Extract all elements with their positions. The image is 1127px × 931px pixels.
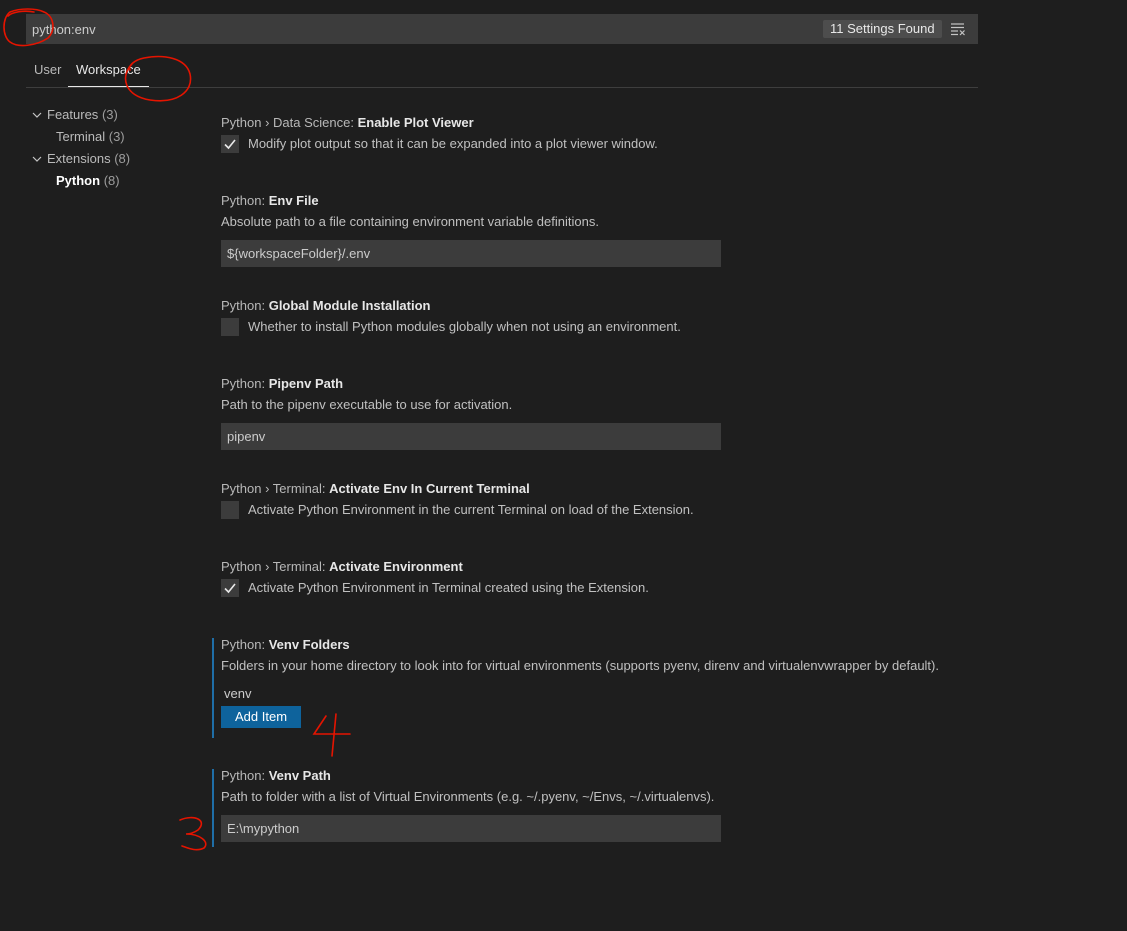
setting-category: Python › Data Science:	[221, 115, 358, 130]
setting-name: Activate Env In Current Terminal	[329, 481, 530, 496]
annotation-number-3	[179, 816, 207, 851]
settings-scope-tabs: User Workspace	[26, 56, 978, 88]
chevron-down-icon	[32, 156, 42, 162]
toc-count: (3)	[108, 129, 125, 144]
chevron-down-icon	[32, 112, 42, 118]
setting-title: Python: Venv Path	[221, 767, 981, 785]
setting-category: Python:	[221, 193, 269, 208]
setting-name: Env File	[268, 193, 319, 208]
setting-name: Enable Plot Viewer	[357, 115, 474, 130]
setting-pipenv-path: Python: Pipenv Path Path to the pipenv e…	[221, 375, 981, 450]
setting-description: Path to folder with a list of Virtual En…	[221, 789, 715, 804]
toc-item-features[interactable]: Features (3)	[26, 104, 196, 126]
global-module-installation-checkbox[interactable]	[221, 318, 239, 336]
setting-description: Activate Python Environment in Terminal …	[248, 580, 649, 595]
setting-env-file: Python: Env File Absolute path to a file…	[221, 192, 981, 267]
settings-search-bar: 11 Settings Found	[26, 14, 978, 44]
toc-item-python[interactable]: Python (8)	[26, 170, 196, 192]
toc-count: (8)	[114, 151, 131, 166]
toc-count: (3)	[101, 107, 118, 122]
setting-title: Python: Global Module Installation	[221, 297, 981, 315]
venv-path-input[interactable]	[221, 815, 721, 842]
setting-description: Absolute path to a file containing envir…	[221, 214, 599, 229]
check-icon	[224, 583, 236, 594]
setting-name: Venv Path	[268, 768, 331, 783]
toc-label: Extensions	[47, 151, 111, 166]
setting-category: Python › Terminal:	[221, 481, 330, 496]
enable-plot-viewer-checkbox[interactable]	[221, 135, 239, 153]
setting-title: Python › Terminal: Activate Env In Curre…	[221, 480, 981, 498]
toc-label: Features	[47, 107, 99, 122]
pipenv-path-input[interactable]	[221, 423, 721, 450]
setting-category: Python:	[221, 376, 269, 391]
setting-venv-path: Python: Venv Path Path to folder with a …	[221, 767, 981, 842]
setting-title: Python › Data Science: Enable Plot Viewe…	[221, 114, 981, 132]
setting-title: Python: Env File	[221, 192, 981, 210]
setting-venv-folders: Python: Venv Folders Folders in your hom…	[221, 636, 981, 728]
settings-found-badge: 11 Settings Found	[823, 20, 942, 38]
activate-env-current-terminal-checkbox[interactable]	[221, 501, 239, 519]
setting-name: Activate Environment	[329, 559, 463, 574]
env-file-input[interactable]	[221, 240, 721, 267]
setting-description: Path to the pipenv executable to use for…	[221, 397, 513, 412]
toc-item-terminal[interactable]: Terminal (3)	[26, 126, 196, 148]
setting-description: Activate Python Environment in the curre…	[248, 502, 694, 517]
setting-description: Modify plot output so that it can be exp…	[248, 136, 658, 151]
toc-item-extensions[interactable]: Extensions (8)	[26, 148, 196, 170]
tab-workspace[interactable]: Workspace	[68, 62, 149, 87]
setting-focus-indicator	[212, 769, 214, 847]
toc-count: (8)	[103, 173, 120, 188]
setting-name: Pipenv Path	[268, 376, 344, 391]
setting-description: Folders in your home directory to look i…	[221, 658, 939, 673]
setting-title: Python: Venv Folders	[221, 636, 981, 654]
check-icon	[224, 139, 236, 150]
toc-label: Terminal	[56, 129, 106, 144]
setting-name: Venv Folders	[268, 637, 350, 652]
venv-folders-list-item[interactable]: venv	[221, 685, 981, 703]
toc-label: Python	[56, 173, 101, 188]
setting-name: Global Module Installation	[268, 298, 431, 313]
setting-activate-environment: Python › Terminal: Activate Environment …	[221, 558, 981, 597]
setting-category: Python:	[221, 637, 269, 652]
add-item-button[interactable]: Add Item	[221, 706, 302, 728]
setting-focus-indicator	[212, 638, 214, 738]
settings-toc-tree: Features (3) Terminal (3) Extensions (8)…	[26, 104, 196, 192]
setting-description: Whether to install Python modules global…	[248, 319, 681, 334]
tab-user[interactable]: User	[26, 62, 69, 86]
setting-global-module-installation: Python: Global Module Installation Wheth…	[221, 297, 981, 336]
setting-title: Python: Pipenv Path	[221, 375, 981, 393]
activate-environment-checkbox[interactable]	[221, 579, 239, 597]
setting-category: Python › Terminal:	[221, 559, 330, 574]
setting-enable-plot-viewer: Python › Data Science: Enable Plot Viewe…	[221, 114, 981, 153]
setting-title: Python › Terminal: Activate Environment	[221, 558, 981, 576]
setting-category: Python:	[221, 768, 269, 783]
setting-category: Python:	[221, 298, 269, 313]
settings-search-input[interactable]	[32, 14, 812, 44]
filter-icon[interactable]	[950, 22, 966, 36]
setting-activate-env-in-current-terminal: Python › Terminal: Activate Env In Curre…	[221, 480, 981, 519]
